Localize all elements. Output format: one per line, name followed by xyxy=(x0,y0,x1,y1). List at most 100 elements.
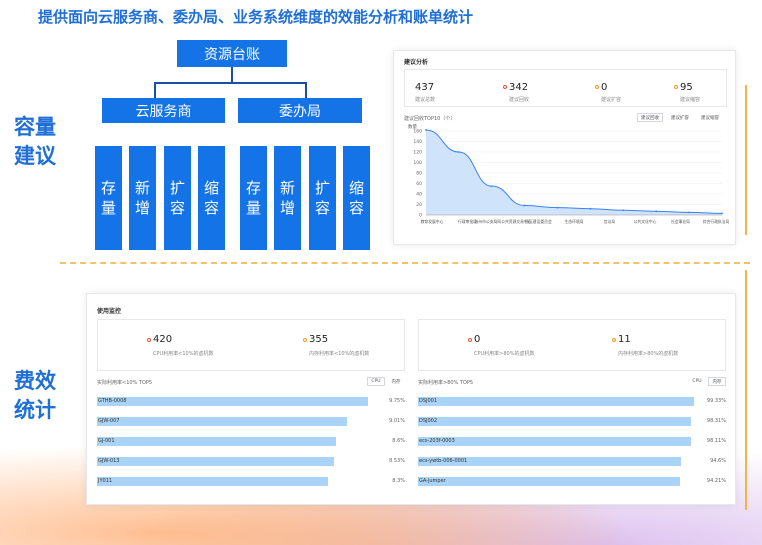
stat-value: 11 xyxy=(618,334,631,345)
usage-bar-percent: 9.01% xyxy=(389,418,405,424)
org-branch-commission: 委办局 xyxy=(238,98,362,123)
x-tick-label: 苏州市公安局网公共资源交易中心 xyxy=(475,219,532,224)
suggest-panel: 建议分析 437 建议总数 342 建议回收 0 建议扩容 95 建议缩容 建议… xyxy=(393,50,736,245)
usage-bar-name: JY011 xyxy=(98,478,113,484)
x-tick-label: 生态环境局 xyxy=(565,219,584,224)
usage-bar-row: ecs-ywtb-006-0001 94.6% xyxy=(418,457,726,466)
data-point xyxy=(457,151,460,153)
toggle-cpu-left[interactable]: CPU xyxy=(367,377,385,386)
stat-value: 95 xyxy=(680,82,693,93)
cost-label: 费效 统计 xyxy=(14,367,74,425)
usage-bar-name: DSJ002 xyxy=(419,418,438,424)
tab-suggest-expand[interactable]: 建议扩容 xyxy=(667,113,693,122)
usage-bar-row: JY011 8.3% xyxy=(97,477,405,486)
usage-bar-fill xyxy=(418,477,680,486)
slide: 提供面向云服务商、委办局、业务系统维度的效能分析和账单统计 容量 建议 费效 统… xyxy=(0,0,762,545)
org-leaf-text: 容 xyxy=(203,199,219,217)
org-leaf-text: 存 xyxy=(100,179,116,197)
usage-bar-fill xyxy=(418,437,691,446)
data-point xyxy=(425,129,427,131)
usage-bar-percent: 8.3% xyxy=(392,478,405,484)
data-point xyxy=(721,212,723,215)
tab-suggest-shrink[interactable]: 建议缩容 xyxy=(697,113,723,122)
data-point xyxy=(490,185,493,188)
stat-label: 内存利用率<10%的虚机数 xyxy=(309,351,370,357)
usage-bar-fill xyxy=(97,437,336,446)
stat-value: 355 xyxy=(309,334,329,345)
org-leaf-text: 容 xyxy=(169,199,185,217)
x-tick-label: 公共文化中心 xyxy=(634,219,657,224)
org-leaf-text: 新 xyxy=(134,179,150,197)
y-tick-label: 140 xyxy=(413,139,422,145)
area-fill xyxy=(426,129,722,215)
data-point xyxy=(622,209,625,212)
usage-bar-percent: 94.21% xyxy=(706,478,726,484)
stat-value: 0 xyxy=(474,334,481,345)
org-leaf-text: 扩 xyxy=(314,179,330,197)
stat-dot xyxy=(674,85,678,89)
stat-value: 437 xyxy=(415,82,435,93)
data-point xyxy=(589,207,592,210)
stat-label: 建议总数 xyxy=(415,97,436,103)
toggle-memory-left[interactable]: 内存 xyxy=(387,377,405,386)
usage-left-list: GTHB-0008 9.75% GJW-007 9.01% GJ-001 8.6% GJW-… xyxy=(97,397,405,497)
org-connector xyxy=(154,82,307,84)
org-leaf-text: 量 xyxy=(245,199,261,217)
toggle-memory-right[interactable]: 内存 xyxy=(708,377,726,386)
usage-bar-fill xyxy=(97,457,334,466)
usage-bar-name: ecs-203f-0003 xyxy=(419,438,455,444)
usage-bar-name: GA-jumper xyxy=(419,478,446,484)
y-tick-label: 20 xyxy=(416,202,422,208)
section-divider xyxy=(60,262,750,264)
usage-bar-name: ecs-ywtb-006-0001 xyxy=(419,458,468,464)
stat-label: 建议扩容 xyxy=(601,97,622,103)
capacity-label: 容量 建议 xyxy=(14,113,74,171)
org-leaf: 缩容 xyxy=(343,146,370,250)
data-point xyxy=(556,206,559,209)
data-point xyxy=(655,210,658,213)
usage-bar-row: GJW-007 9.01% xyxy=(97,417,405,426)
stat-dot xyxy=(503,85,507,89)
usage-right-list: DSJ001 99.33% DSJ002 98.31% ecs-203f-0003 98.… xyxy=(418,397,726,497)
suggest-panel-title: 建议分析 xyxy=(404,59,429,66)
usage-bar-percent: 98.31% xyxy=(706,418,726,424)
stat-value: 342 xyxy=(509,82,529,93)
cost-label-line-2: 统计 xyxy=(14,398,56,422)
y-tick-label: 160 xyxy=(413,129,422,135)
stat-dot xyxy=(612,338,616,342)
usage-bar-row: ecs-203f-0003 98.11% xyxy=(418,437,726,446)
y-tick-label: 0 xyxy=(419,213,422,219)
usage-bar-row: GTHB-0008 9.75% xyxy=(97,397,405,406)
stat-label: 建议回收 xyxy=(509,97,530,103)
x-tick-label: 社会事业局 xyxy=(671,219,690,224)
usage-bar-name: DSJ001 xyxy=(419,398,438,404)
usage-panel-title: 使用监控 xyxy=(97,308,122,315)
suggest-stats-card: 437 建议总数 342 建议回收 0 建议扩容 95 建议缩容 xyxy=(404,69,727,107)
stat-label: 建议缩容 xyxy=(680,97,701,103)
org-leaf: 新增 xyxy=(274,146,301,250)
org-leaf: 新增 xyxy=(129,146,156,250)
stat-dot xyxy=(595,85,599,89)
org-leaf-text: 新 xyxy=(279,179,295,197)
usage-bar-percent: 8.53% xyxy=(389,458,405,464)
stat-value: 0 xyxy=(601,82,608,93)
stat-dot xyxy=(147,338,151,342)
stat-label: CPU利用率>80%的虚机数 xyxy=(474,351,535,357)
org-leaf: 存量 xyxy=(240,146,267,250)
y-tick-label: 40 xyxy=(416,192,422,198)
usage-bar-row: GJW-013 8.53% xyxy=(97,457,405,466)
usage-left-list-title: 实际利用率<10% TOP5 xyxy=(97,380,153,386)
accent-line xyxy=(745,85,747,235)
usage-bar-percent: 8.6% xyxy=(392,438,405,444)
x-tick-label: 园区建设委员会 xyxy=(525,219,552,224)
usage-bar-fill xyxy=(418,397,694,406)
x-tick-label: 信访局 xyxy=(604,219,616,224)
data-point xyxy=(523,204,526,207)
toggle-cpu-right[interactable]: CPU xyxy=(688,377,706,386)
tab-suggest-recycle[interactable]: 建议回收 xyxy=(637,113,663,122)
y-tick-label: 120 xyxy=(413,150,422,156)
usage-bar-percent: 98.11% xyxy=(706,438,726,444)
org-leaf-text: 存 xyxy=(245,179,261,197)
usage-right-list-title: 实际利用率>80% TOP5 xyxy=(418,380,474,386)
recycle-area-chart: 数量020406080100120140160教育发展中心 行政审批局苏州市公安局… xyxy=(408,123,729,224)
